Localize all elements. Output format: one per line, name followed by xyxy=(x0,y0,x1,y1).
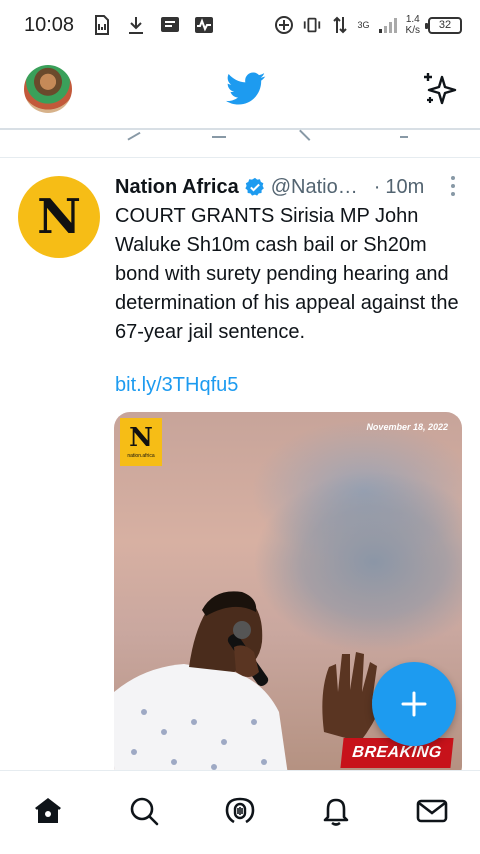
compose-tweet-button[interactable] xyxy=(372,662,456,746)
tweet-author-avatar[interactable]: N xyxy=(18,176,100,258)
search-icon xyxy=(130,797,159,825)
profile-avatar[interactable] xyxy=(24,65,72,113)
header-separator: · xyxy=(373,175,381,198)
retweet-icon[interactable] xyxy=(212,124,226,138)
media-date: November 18, 2022 xyxy=(366,422,448,432)
breaking-label: BREAKING xyxy=(351,744,443,761)
add-circle-icon xyxy=(274,15,294,35)
network-speed: 1.4 K/s xyxy=(406,14,420,36)
previous-tweet-actions xyxy=(0,122,480,158)
author-name[interactable]: Nation Africa xyxy=(115,176,239,199)
tweet-header: Nation Africa @Natio… · 10m xyxy=(115,174,456,200)
status-bar: 10:08 3G 1.4 K/s 32 xyxy=(0,0,480,50)
battery-level: 32 xyxy=(438,19,452,31)
nav-spaces[interactable] xyxy=(216,787,264,835)
tweet-timestamp: 10m xyxy=(385,175,425,198)
reply-icon[interactable] xyxy=(121,122,141,141)
tweet-link[interactable]: bit.ly/3THqfu5 xyxy=(115,374,238,397)
plus-icon xyxy=(401,691,427,717)
media-logo-caption: nation.africa xyxy=(127,453,155,459)
nav-home[interactable] xyxy=(24,787,72,835)
spaces-icon xyxy=(225,797,255,823)
network-speed-unit: K/s xyxy=(405,25,420,36)
nav-notifications[interactable] xyxy=(312,787,360,835)
top-app-bar xyxy=(0,50,480,130)
message-icon xyxy=(160,15,180,35)
nav-messages[interactable] xyxy=(408,787,456,835)
more-options-icon[interactable] xyxy=(450,176,456,196)
network-speed-value: 1.4 xyxy=(405,14,420,25)
media-logo-letter: N xyxy=(129,423,153,453)
messages-icon xyxy=(416,799,448,822)
network-type: 3G xyxy=(357,20,370,30)
nav-search[interactable] xyxy=(120,787,168,835)
like-icon[interactable] xyxy=(299,122,319,141)
bottom-navigation xyxy=(0,770,480,854)
vibrate-icon xyxy=(302,15,322,35)
notifications-icon xyxy=(323,798,349,826)
author-handle[interactable]: @Natio… xyxy=(271,176,358,199)
media-brand-logo: N nation.africa xyxy=(120,418,162,466)
download-icon xyxy=(126,15,146,35)
home-icon xyxy=(35,797,61,823)
share-icon[interactable] xyxy=(400,124,408,138)
status-time: 10:08 xyxy=(24,13,75,36)
twitter-bird-icon[interactable] xyxy=(226,72,266,106)
avatar-letter: N xyxy=(37,189,81,245)
battery-indicator: 32 xyxy=(425,16,462,34)
data-transfer-icon xyxy=(330,15,350,35)
signal-icon xyxy=(378,15,398,35)
sparkle-icon[interactable] xyxy=(420,69,460,109)
sim-icon xyxy=(92,15,112,35)
activity-icon xyxy=(194,15,214,35)
tweet-text: COURT GRANTS Sirisia MP John Waluke Sh10… xyxy=(115,205,459,343)
verified-badge-icon xyxy=(245,177,264,196)
